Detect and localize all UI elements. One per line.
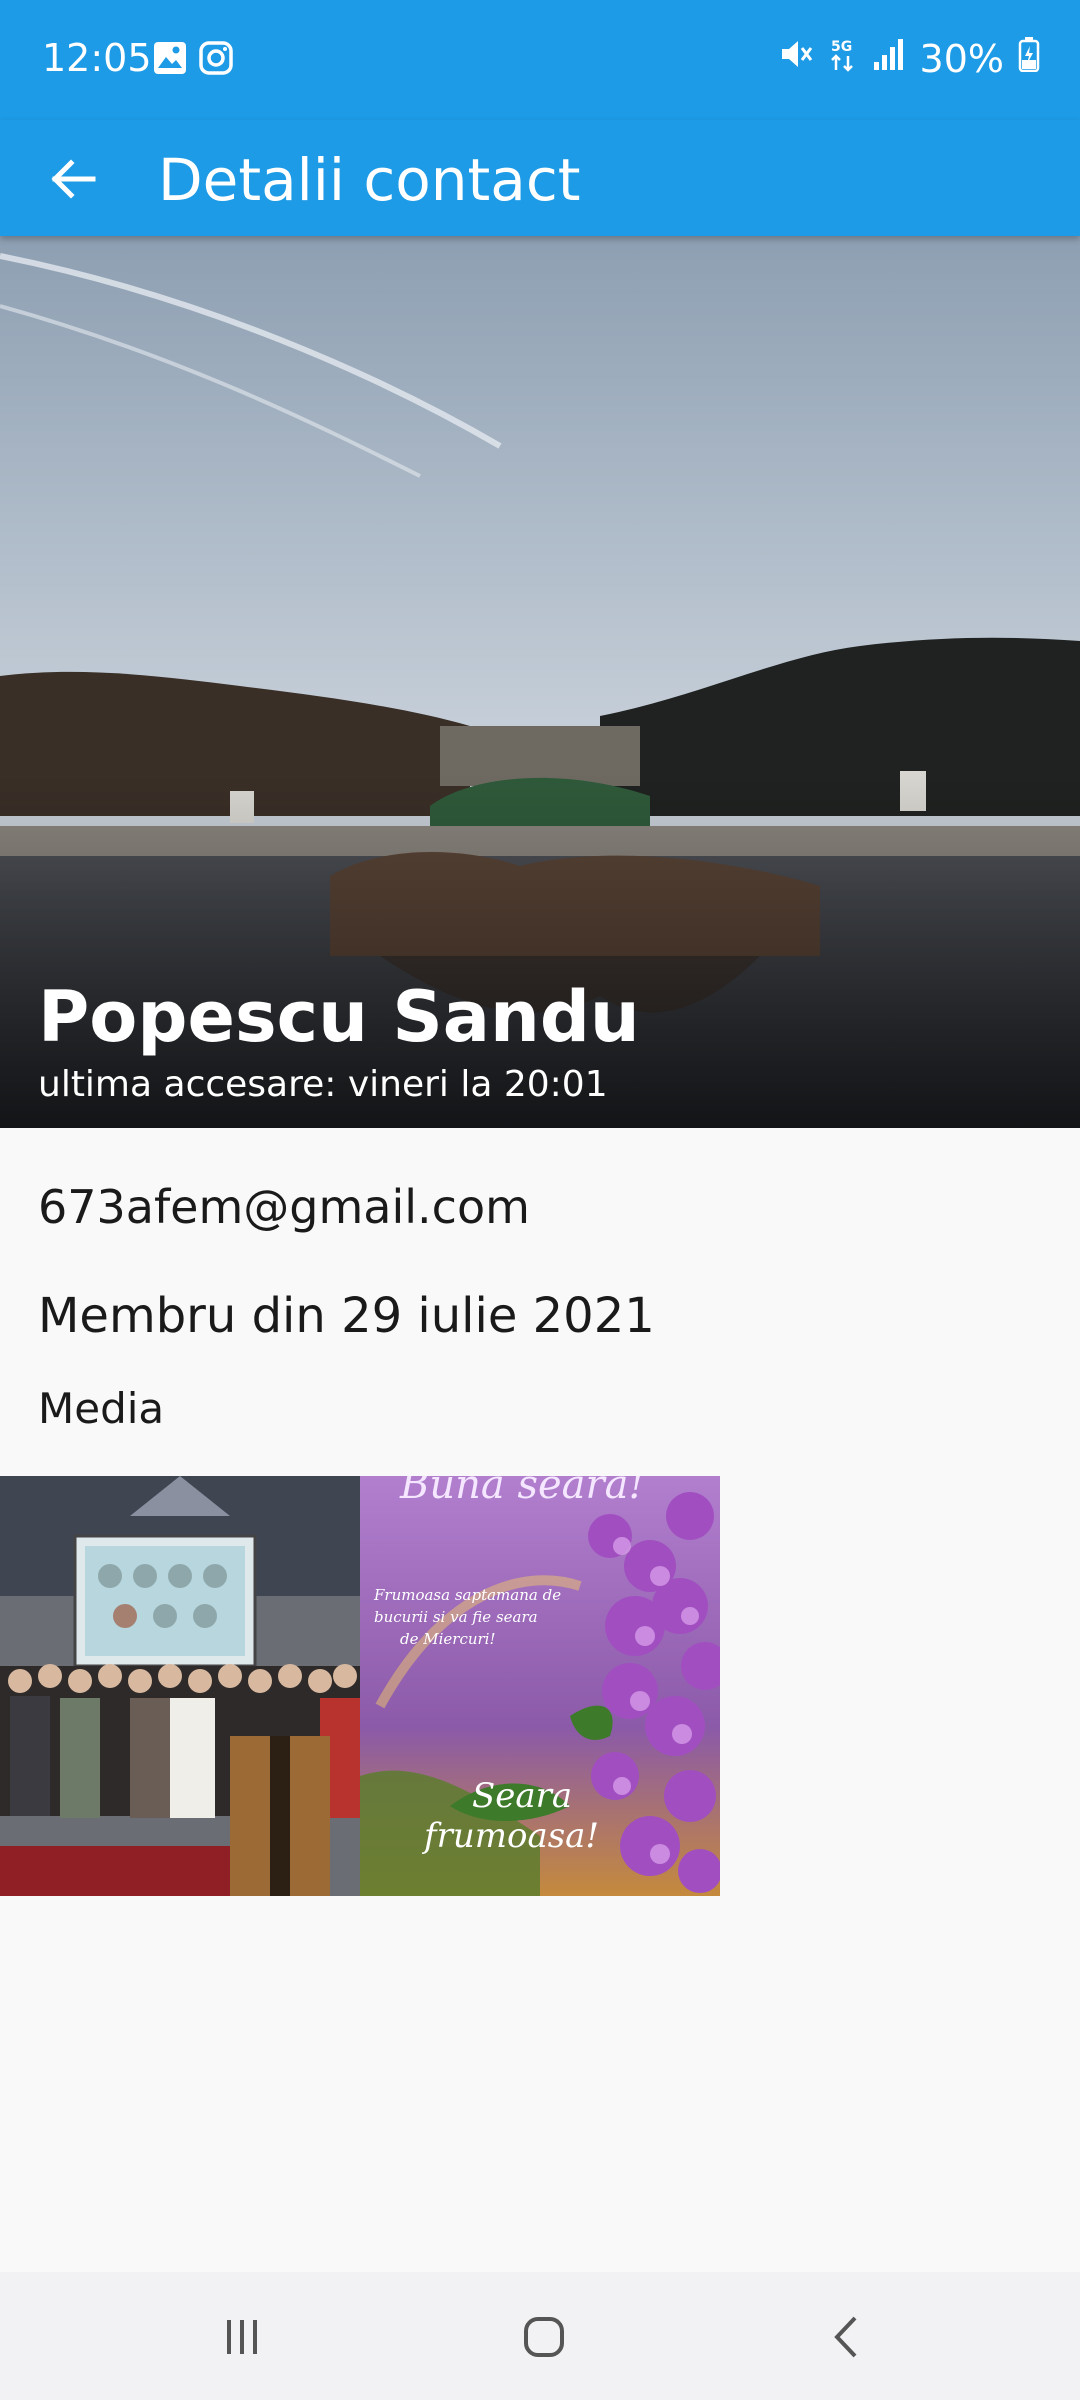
group-photo-image (0, 1476, 360, 1896)
media-section-label: Media (38, 1384, 165, 1433)
svg-text:5G: 5G (831, 39, 852, 55)
back-button[interactable] (36, 142, 110, 216)
member-since-text: Membru din 29 iulie 2021 (38, 1288, 655, 1344)
contact-email[interactable]: 673afem@gmail.com (38, 1180, 530, 1234)
media-thumbnail-group-photo[interactable] (0, 1476, 360, 1896)
instagram-icon (198, 40, 234, 80)
profile-cover-photo[interactable]: Popescu Sandu ultima accesare: vineri la… (0, 236, 1080, 1128)
card-body-line-2: bucurii si va fie seara (374, 1608, 538, 1626)
card-body-line-3: de Miercuri! (400, 1630, 496, 1648)
contact-name: Popescu Sandu (38, 976, 640, 1058)
battery-icon (1018, 36, 1040, 81)
status-right: 5G 30% (778, 36, 1040, 81)
arrow-left-icon (51, 159, 96, 199)
battery-text: 30% (919, 36, 1004, 81)
status-time: 12:05 (42, 36, 152, 80)
last-seen-text: ultima accesare: vineri la 20:01 (38, 1064, 608, 1105)
nav-back-button[interactable] (788, 2302, 908, 2372)
page-title: Detalii contact (158, 146, 581, 214)
media-gallery: Buna seara! Frumoasa saptamana de bucuri… (0, 1476, 720, 1896)
recents-icon (227, 2320, 257, 2354)
mute-icon (778, 36, 814, 81)
card-footer-line-1: Seara (472, 1776, 573, 1816)
card-body-line-1: Frumoasa saptamana de (374, 1586, 562, 1604)
card-footer-line-2: frumoasa! (424, 1816, 600, 1856)
home-icon (524, 2317, 564, 2357)
card-title-text: Buna seara! (400, 1476, 645, 1508)
5g-icon: 5G (828, 36, 858, 81)
media-thumbnail-greeting-card[interactable]: Buna seara! Frumoasa saptamana de bucuri… (360, 1476, 720, 1896)
signal-icon (872, 36, 906, 81)
home-button[interactable] (484, 2302, 604, 2372)
app-bar: Detalii contact (0, 120, 1080, 236)
status-bar: 12:05 5G 30% (0, 0, 1080, 120)
recents-button[interactable] (182, 2302, 302, 2372)
gallery-icon (152, 40, 188, 80)
system-nav-bar (0, 2272, 1080, 2400)
back-icon (834, 2316, 857, 2358)
